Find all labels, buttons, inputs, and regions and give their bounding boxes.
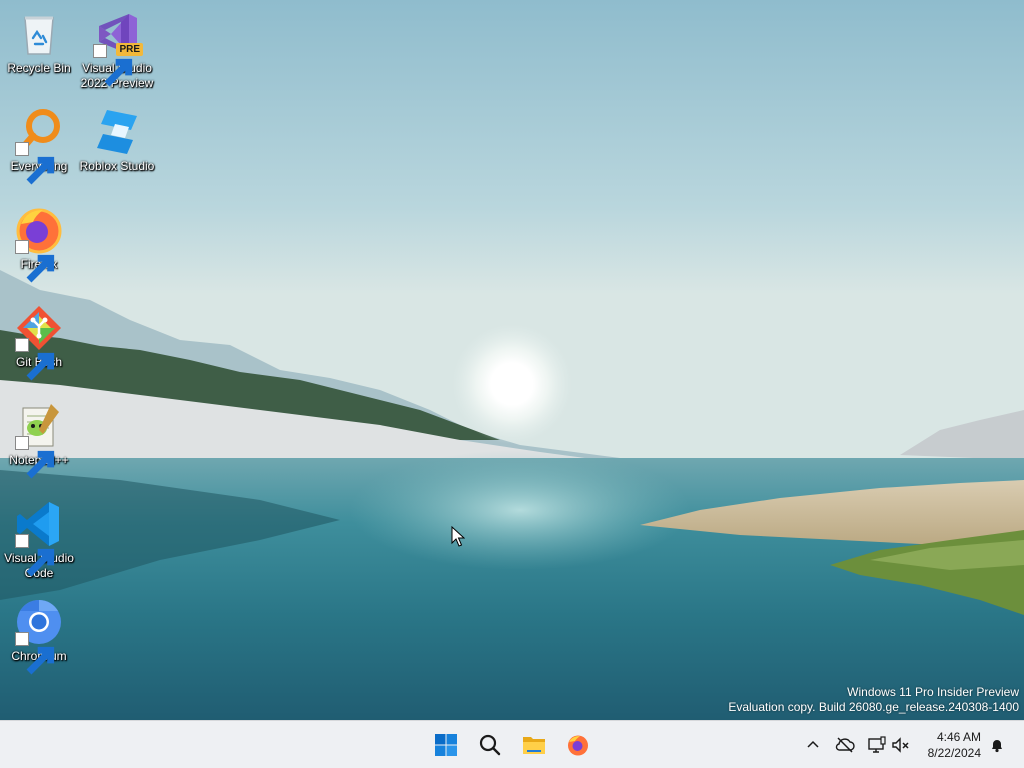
- desktop-icon-everything[interactable]: Everything: [1, 104, 77, 192]
- search-button[interactable]: [470, 725, 510, 765]
- folder-icon: [523, 737, 545, 754]
- firefox-icon: [568, 735, 588, 756]
- file-explorer-button[interactable]: [514, 725, 554, 765]
- taskbar-clock[interactable]: 4:46 AM 8/22/2024: [928, 729, 981, 761]
- bell-icon: [992, 740, 1002, 753]
- shortcut-arrow-icon: [15, 338, 55, 381]
- mouse-cursor-icon: [451, 526, 465, 547]
- recycle-bin-icon: [24, 16, 54, 55]
- shortcut-arrow-icon: [15, 534, 55, 577]
- notification-center-button[interactable]: [986, 734, 1008, 756]
- search-icon: [479, 734, 501, 756]
- taskbar: 4:46 AM 8/22/2024: [0, 720, 1024, 768]
- watermark-edition: Windows 11 Pro Insider Preview: [847, 685, 1019, 699]
- network-status-button[interactable]: [834, 734, 856, 756]
- volume-button[interactable]: [890, 734, 912, 756]
- desktop-icon-recycle-bin[interactable]: Recycle Bin: [1, 6, 77, 94]
- desktop-icon-visual-studio-preview[interactable]: PRE Visual Studio 2022 Preview: [79, 6, 155, 96]
- clock-date: 8/22/2024: [927, 746, 981, 760]
- display-status-button[interactable]: [866, 734, 888, 756]
- show-hidden-icons-button[interactable]: [802, 734, 824, 756]
- shortcut-arrow-icon: [15, 240, 55, 283]
- chevron-up-icon: [807, 740, 819, 748]
- windows-logo-icon: [435, 734, 457, 756]
- desktop-icon-firefox[interactable]: Firefox: [1, 202, 77, 290]
- shortcut-arrow-icon: [15, 632, 55, 675]
- desktop-icon-vscode[interactable]: Visual Studio Code: [1, 496, 77, 586]
- shortcut-arrow-icon: [15, 436, 55, 479]
- watermark-build: Evaluation copy. Build 26080.ge_release.…: [728, 700, 1019, 714]
- speaker-muted-icon: [892, 737, 909, 753]
- roblox-studio-icon: [97, 110, 137, 154]
- desktop-icon-label: Recycle Bin: [7, 61, 71, 75]
- clock-time: 4:46 AM: [936, 730, 981, 744]
- desktop-icon-roblox-studio[interactable]: Roblox Studio: [79, 104, 155, 192]
- windows-watermark: Windows 11 Pro Insider Preview Evaluatio…: [728, 685, 1019, 715]
- desktop-icon-git-bash[interactable]: Git Bash: [1, 300, 77, 388]
- firefox-taskbar-button[interactable]: [558, 725, 598, 765]
- desktop-icon-label: Roblox Studio: [79, 159, 155, 173]
- network-disconnected-icon: [835, 737, 855, 753]
- display-icon: [868, 736, 886, 753]
- desktop-icon-chromium[interactable]: Chromium: [1, 594, 77, 682]
- desktop-icon-notepad-plus-plus[interactable]: Notepad++: [1, 398, 77, 486]
- start-button[interactable]: [426, 725, 466, 765]
- shortcut-arrow-icon: [93, 44, 133, 87]
- shortcut-arrow-icon: [15, 142, 55, 185]
